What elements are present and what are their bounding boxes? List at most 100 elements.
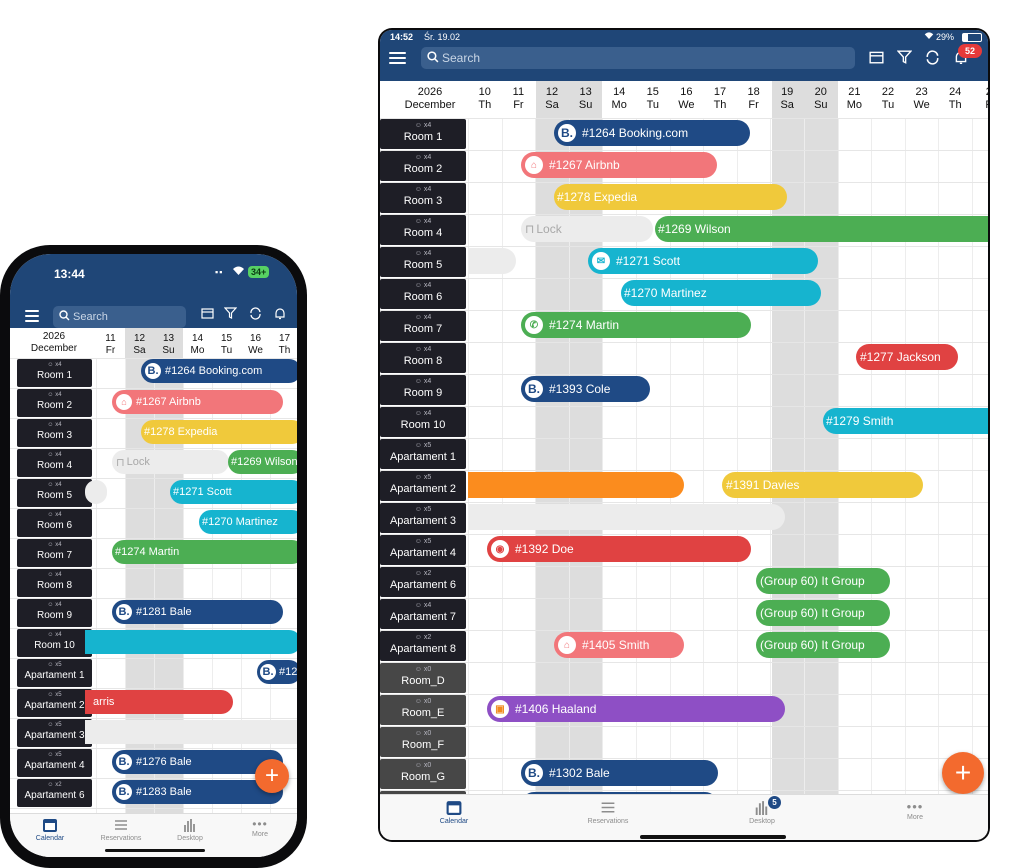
booking-bar[interactable]: B. #1302 Bale: [521, 760, 718, 786]
booking-bar[interactable]: B. #1393 Cole: [521, 376, 650, 402]
day-header[interactable]: 16 We: [670, 86, 704, 112]
room-label[interactable]: ☺ x5 Apartament 1: [380, 439, 466, 469]
room-label[interactable]: ☺ x4 Room 5: [380, 247, 466, 277]
day-header[interactable]: 12 Sa: [125, 333, 154, 357]
room-label[interactable]: ☺ x4 Room 7: [380, 311, 466, 341]
booking-bar[interactable]: (Group 60) It Group: [756, 600, 890, 626]
tab-desktop[interactable]: Desktop: [732, 799, 792, 825]
day-header[interactable]: 18 Fr: [737, 86, 771, 112]
booking-bar[interactable]: #1269 Wilson: [655, 216, 988, 242]
room-label[interactable]: ☺ x4 Room 2: [17, 389, 92, 417]
booking-bar[interactable]: B. #1264 Booking.com: [554, 120, 750, 146]
room-label[interactable]: ☺ x4 Room 8: [17, 569, 92, 597]
booking-bar[interactable]: #1391 Davies: [722, 472, 923, 498]
day-header[interactable]: 19 Sa: [770, 86, 804, 112]
booking-bar[interactable]: B. #12: [257, 660, 297, 684]
bell-icon[interactable]: [273, 306, 287, 320]
room-label[interactable]: ☺ x0 Room_F: [380, 727, 466, 757]
room-label[interactable]: ☺ x0 Room_E: [380, 695, 466, 725]
calendar-icon[interactable]: [867, 48, 885, 66]
room-label[interactable]: ☺ x4 Room 5: [17, 479, 92, 507]
room-label[interactable]: ☺ x4 Room 9: [380, 375, 466, 405]
room-label[interactable]: ☺ x4 Room 3: [380, 183, 466, 213]
day-header[interactable]: 22 Tu: [871, 86, 905, 112]
booking-bar[interactable]: (Group 60) It Group: [756, 568, 890, 594]
booking-bar[interactable]: #1277 Jackson: [856, 344, 958, 370]
day-header[interactable]: 11 Fr: [96, 333, 125, 357]
booking-bar[interactable]: #1271 Scott: [170, 480, 297, 504]
menu-icon[interactable]: [389, 52, 406, 67]
day-header[interactable]: 14 Mo: [183, 333, 212, 357]
day-header[interactable]: 15 Tu: [212, 333, 241, 357]
room-label[interactable]: ☺ x4 Room 4: [380, 215, 466, 245]
room-label[interactable]: ☺ x4 Room 4: [17, 449, 92, 477]
room-label[interactable]: ☺ x5 Apartament 1: [17, 659, 92, 687]
room-label[interactable]: ☺ x0 Room_G: [380, 759, 466, 789]
search-input[interactable]: Search: [421, 47, 855, 69]
booking-bar[interactable]: #1269 Wilson: [228, 450, 297, 474]
room-label[interactable]: ☺ x4 Room 2: [380, 151, 466, 181]
room-label[interactable]: ☺ x2 Apartament 6: [380, 567, 466, 597]
tab-reservations[interactable]: Reservations: [95, 817, 147, 842]
room-label[interactable]: ☺ x4 Room 1: [17, 359, 92, 387]
tab-calendar[interactable]: Calendar: [424, 799, 484, 825]
booking-bar[interactable]: ✉ #1271 Scott: [588, 248, 818, 274]
booking-bar[interactable]: #1279 Smith: [823, 408, 988, 434]
calendar-icon[interactable]: [200, 306, 214, 320]
room-label[interactable]: ☺ x4 Room 3: [17, 419, 92, 447]
booking-bar[interactable]: [468, 472, 684, 498]
booking-bar[interactable]: #1274 Martin: [112, 540, 297, 564]
room-label[interactable]: ☺ x5 Apartament 2: [380, 471, 466, 501]
booking-bar[interactable]: #1278 Expedia: [554, 184, 787, 210]
tab-reservations[interactable]: Reservations: [578, 799, 638, 825]
booking-bar[interactable]: arris: [85, 690, 233, 714]
add-reservation-button[interactable]: +: [255, 759, 289, 793]
booking-bar[interactable]: #1278 Expedia: [141, 420, 297, 444]
refresh-icon[interactable]: [923, 48, 941, 66]
booking-bar[interactable]: ▣ #1406 Haaland: [487, 696, 785, 722]
room-label[interactable]: ☺ x4 Room 7: [17, 539, 92, 567]
room-label[interactable]: ☺ x2 Apartament 6: [17, 779, 92, 807]
booking-bar[interactable]: ✆ #1274 Martin: [521, 312, 751, 338]
room-label[interactable]: ☺ x4 Room 1: [380, 119, 466, 149]
day-header[interactable]: 10 Th: [468, 86, 502, 112]
booking-bar[interactable]: [85, 630, 297, 654]
room-label[interactable]: ☺ x4 Room 10: [17, 629, 92, 657]
add-reservation-button[interactable]: +: [942, 752, 984, 794]
day-header[interactable]: 23 We: [905, 86, 939, 112]
booking-bar[interactable]: #1270 Martinez: [199, 510, 297, 534]
day-header[interactable]: 14 Mo: [602, 86, 636, 112]
day-header[interactable]: 20 Su: [804, 86, 838, 112]
menu-icon[interactable]: [25, 310, 39, 325]
room-label[interactable]: ☺ x2 Apartament 8: [380, 631, 466, 661]
room-label[interactable]: ☺ x4 Room 9: [17, 599, 92, 627]
room-label[interactable]: ☺ x0 Room_D: [380, 663, 466, 693]
booking-bar[interactable]: (Group 60) It Group: [756, 632, 890, 658]
day-header[interactable]: 11 Fr: [502, 86, 536, 112]
day-header[interactable]: 17 Th: [270, 333, 297, 357]
room-label[interactable]: ☺ x5 Apartament 3: [380, 503, 466, 533]
day-header[interactable]: 2F: [972, 86, 988, 112]
booking-bar[interactable]: B. #1264 Booking.com: [141, 359, 297, 383]
booking-bar[interactable]: ◉ #1392 Doe: [487, 536, 751, 562]
lock-bar[interactable]: ⊓ Lock: [521, 216, 653, 242]
filter-icon[interactable]: [223, 306, 237, 320]
tab-desktop[interactable]: Desktop: [164, 817, 216, 842]
search-input[interactable]: Search: [53, 306, 186, 328]
room-label[interactable]: ☺ x5 Apartament 4: [380, 535, 466, 565]
booking-bar[interactable]: #1270 Martinez: [621, 280, 821, 306]
day-header[interactable]: 21 Mo: [838, 86, 872, 112]
room-label[interactable]: ☺ x4 Room 10: [380, 407, 466, 437]
day-header[interactable]: 12 Sa: [535, 86, 569, 112]
day-header[interactable]: 16 We: [241, 333, 270, 357]
room-label[interactable]: ☺ x4 Room 6: [17, 509, 92, 537]
day-header[interactable]: 13 Su: [569, 86, 603, 112]
lock-bar[interactable]: ⊓ Lock: [112, 450, 229, 474]
tab-more[interactable]: ••• More: [885, 799, 945, 821]
day-header[interactable]: 13 Su: [154, 333, 183, 357]
day-header[interactable]: 15 Tu: [636, 86, 670, 112]
filter-icon[interactable]: [895, 48, 913, 66]
room-label[interactable]: ☺ x5 Apartament 3: [17, 719, 92, 747]
booking-bar[interactable]: ⌂ #1267 Airbnb: [112, 390, 283, 414]
tab-calendar[interactable]: Calendar: [24, 817, 76, 842]
